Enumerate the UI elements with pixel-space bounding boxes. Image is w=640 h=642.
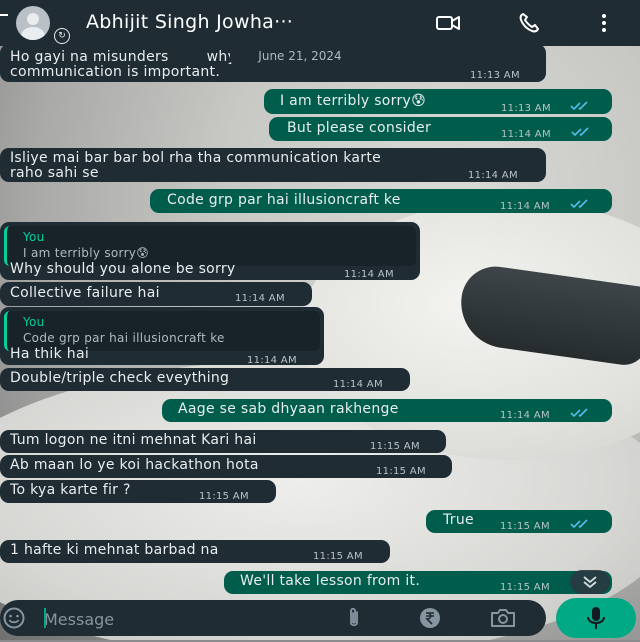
message-text: Collective failure hai — [10, 285, 160, 301]
message-time: 11:14 AM — [500, 410, 550, 421]
message-bubble-outgoing[interactable]: Aage se sab dhyaan rakhenge 11:14 AM — [162, 399, 612, 422]
message-text: Code grp par hai illusioncraft ke — [167, 192, 401, 208]
message-bubble-outgoing[interactable]: Code grp par hai illusioncraft ke 11:14 … — [150, 189, 612, 213]
message-time: 11:15 AM — [500, 521, 550, 532]
message-bubble-outgoing[interactable]: True 11:15 AM — [426, 510, 612, 533]
read-receipt-icon — [570, 408, 588, 418]
message-bubble-incoming[interactable]: Ab maan lo ye koi hackathon hota 11:15 A… — [0, 455, 452, 478]
avatar[interactable] — [16, 6, 50, 40]
read-receipt-icon — [571, 127, 589, 137]
message-text: But please consider — [287, 120, 432, 136]
message-input[interactable] — [44, 608, 294, 630]
read-receipt-icon — [570, 199, 588, 209]
quoted-message[interactable]: You Code grp par hai illusioncraft ke — [4, 311, 320, 351]
message-time: 11:15 AM — [370, 441, 420, 452]
message-time: 11:15 AM — [500, 582, 550, 593]
voice-call-icon[interactable] — [518, 12, 542, 34]
message-bubble-outgoing[interactable]: We'll take lesson from it. 11:15 AM — [224, 571, 612, 594]
message-text: Tum logon ne itni mehnat Kari hai — [10, 432, 257, 448]
message-time: 11:15 AM — [199, 491, 249, 502]
read-receipt-icon — [570, 519, 588, 529]
message-time: 11:13 AM — [470, 70, 520, 81]
message-bubble-outgoing[interactable]: I am terribly sorry😰 11:13 AM — [264, 89, 612, 114]
scroll-to-bottom-button[interactable] — [570, 570, 610, 594]
message-bubble-incoming[interactable]: Double/triple check eveything 11:14 AM — [0, 368, 410, 391]
message-text: 1 hafte ki mehnat barbad na — [10, 542, 219, 558]
message-bubble-incoming[interactable]: Isliye mai bar bar bol rha tha communica… — [0, 148, 546, 182]
contact-name[interactable]: Abhijit Singh Jowha··· — [86, 11, 293, 33]
message-time: 11:14 AM — [247, 355, 297, 366]
video-call-icon[interactable] — [436, 12, 460, 34]
message-text: We'll take lesson from it. — [240, 573, 421, 589]
message-time: 11:14 AM — [500, 201, 550, 212]
message-bubble-outgoing[interactable]: But please consider 11:14 AM — [269, 117, 612, 141]
emoji-icon[interactable] — [2, 606, 26, 630]
quoted-author: You — [23, 315, 45, 329]
more-options-icon[interactable] — [598, 12, 610, 34]
message-text: Double/triple check eveything — [10, 370, 230, 386]
double-chevron-down-icon — [583, 576, 597, 589]
avatar-shoulders-shape — [21, 27, 45, 40]
message-time: 11:14 AM — [344, 269, 394, 280]
message-bubble-incoming[interactable]: To kya karte fir ? 11:15 AM — [0, 480, 276, 503]
chat-header: ↻ Abhijit Singh Jowha··· — [0, 0, 640, 46]
message-bubble-incoming-reply[interactable]: You Code grp par hai illusioncraft ke Ha… — [0, 307, 324, 366]
message-time: 11:15 AM — [313, 551, 363, 562]
message-text: To kya karte fir ? — [10, 482, 131, 498]
rupee-payment-icon[interactable] — [418, 606, 442, 630]
quoted-text: Code grp par hai illusioncraft ke — [23, 331, 225, 345]
camera-icon[interactable] — [490, 607, 516, 629]
message-text: Ab maan lo ye koi hackathon hota — [10, 457, 259, 473]
read-receipt-icon — [570, 101, 588, 111]
message-text: True — [443, 512, 474, 528]
message-time: 11:13 AM — [501, 103, 551, 114]
message-bubble-incoming-reply[interactable]: You I am terribly sorry😰 Why should you … — [0, 222, 420, 280]
back-arrow-icon[interactable] — [0, 14, 8, 16]
message-text: I am terribly sorry😰 — [280, 93, 427, 109]
message-text: Ha thik hai — [10, 346, 90, 362]
message-bubble-incoming[interactable]: 1 hafte ki mehnat barbad na 11:15 AM — [0, 540, 390, 563]
message-time: 11:14 AM — [333, 379, 383, 390]
message-time: 11:15 AM — [376, 466, 426, 477]
quoted-text: I am terribly sorry😰 — [23, 246, 150, 260]
mic-button[interactable] — [556, 598, 636, 638]
message-bubble-incoming[interactable]: Collective failure hai 11:14 AM — [0, 282, 312, 306]
date-chip: June 21, 2024 — [230, 47, 370, 65]
quoted-author: You — [23, 230, 45, 244]
avatar-head-shape — [27, 13, 39, 25]
mic-icon — [587, 607, 605, 629]
text-caret — [44, 608, 46, 628]
message-bubble-incoming[interactable]: Tum logon ne itni mehnat Kari hai 11:15 … — [0, 430, 446, 453]
message-time: 11:14 AM — [501, 129, 551, 140]
message-text: Aage se sab dhyaan rakhenge — [178, 401, 399, 417]
attach-icon[interactable] — [344, 606, 364, 630]
message-time: 11:14 AM — [235, 293, 285, 304]
quoted-message[interactable]: You I am terribly sorry😰 — [4, 226, 416, 266]
message-time: 11:14 AM — [468, 170, 518, 181]
message-text: Why should you alone be sorry — [10, 261, 236, 277]
message-text: Isliye mai bar bar bol rha tha communica… — [10, 150, 382, 181]
avatar-status-icon: ↻ — [54, 28, 70, 44]
